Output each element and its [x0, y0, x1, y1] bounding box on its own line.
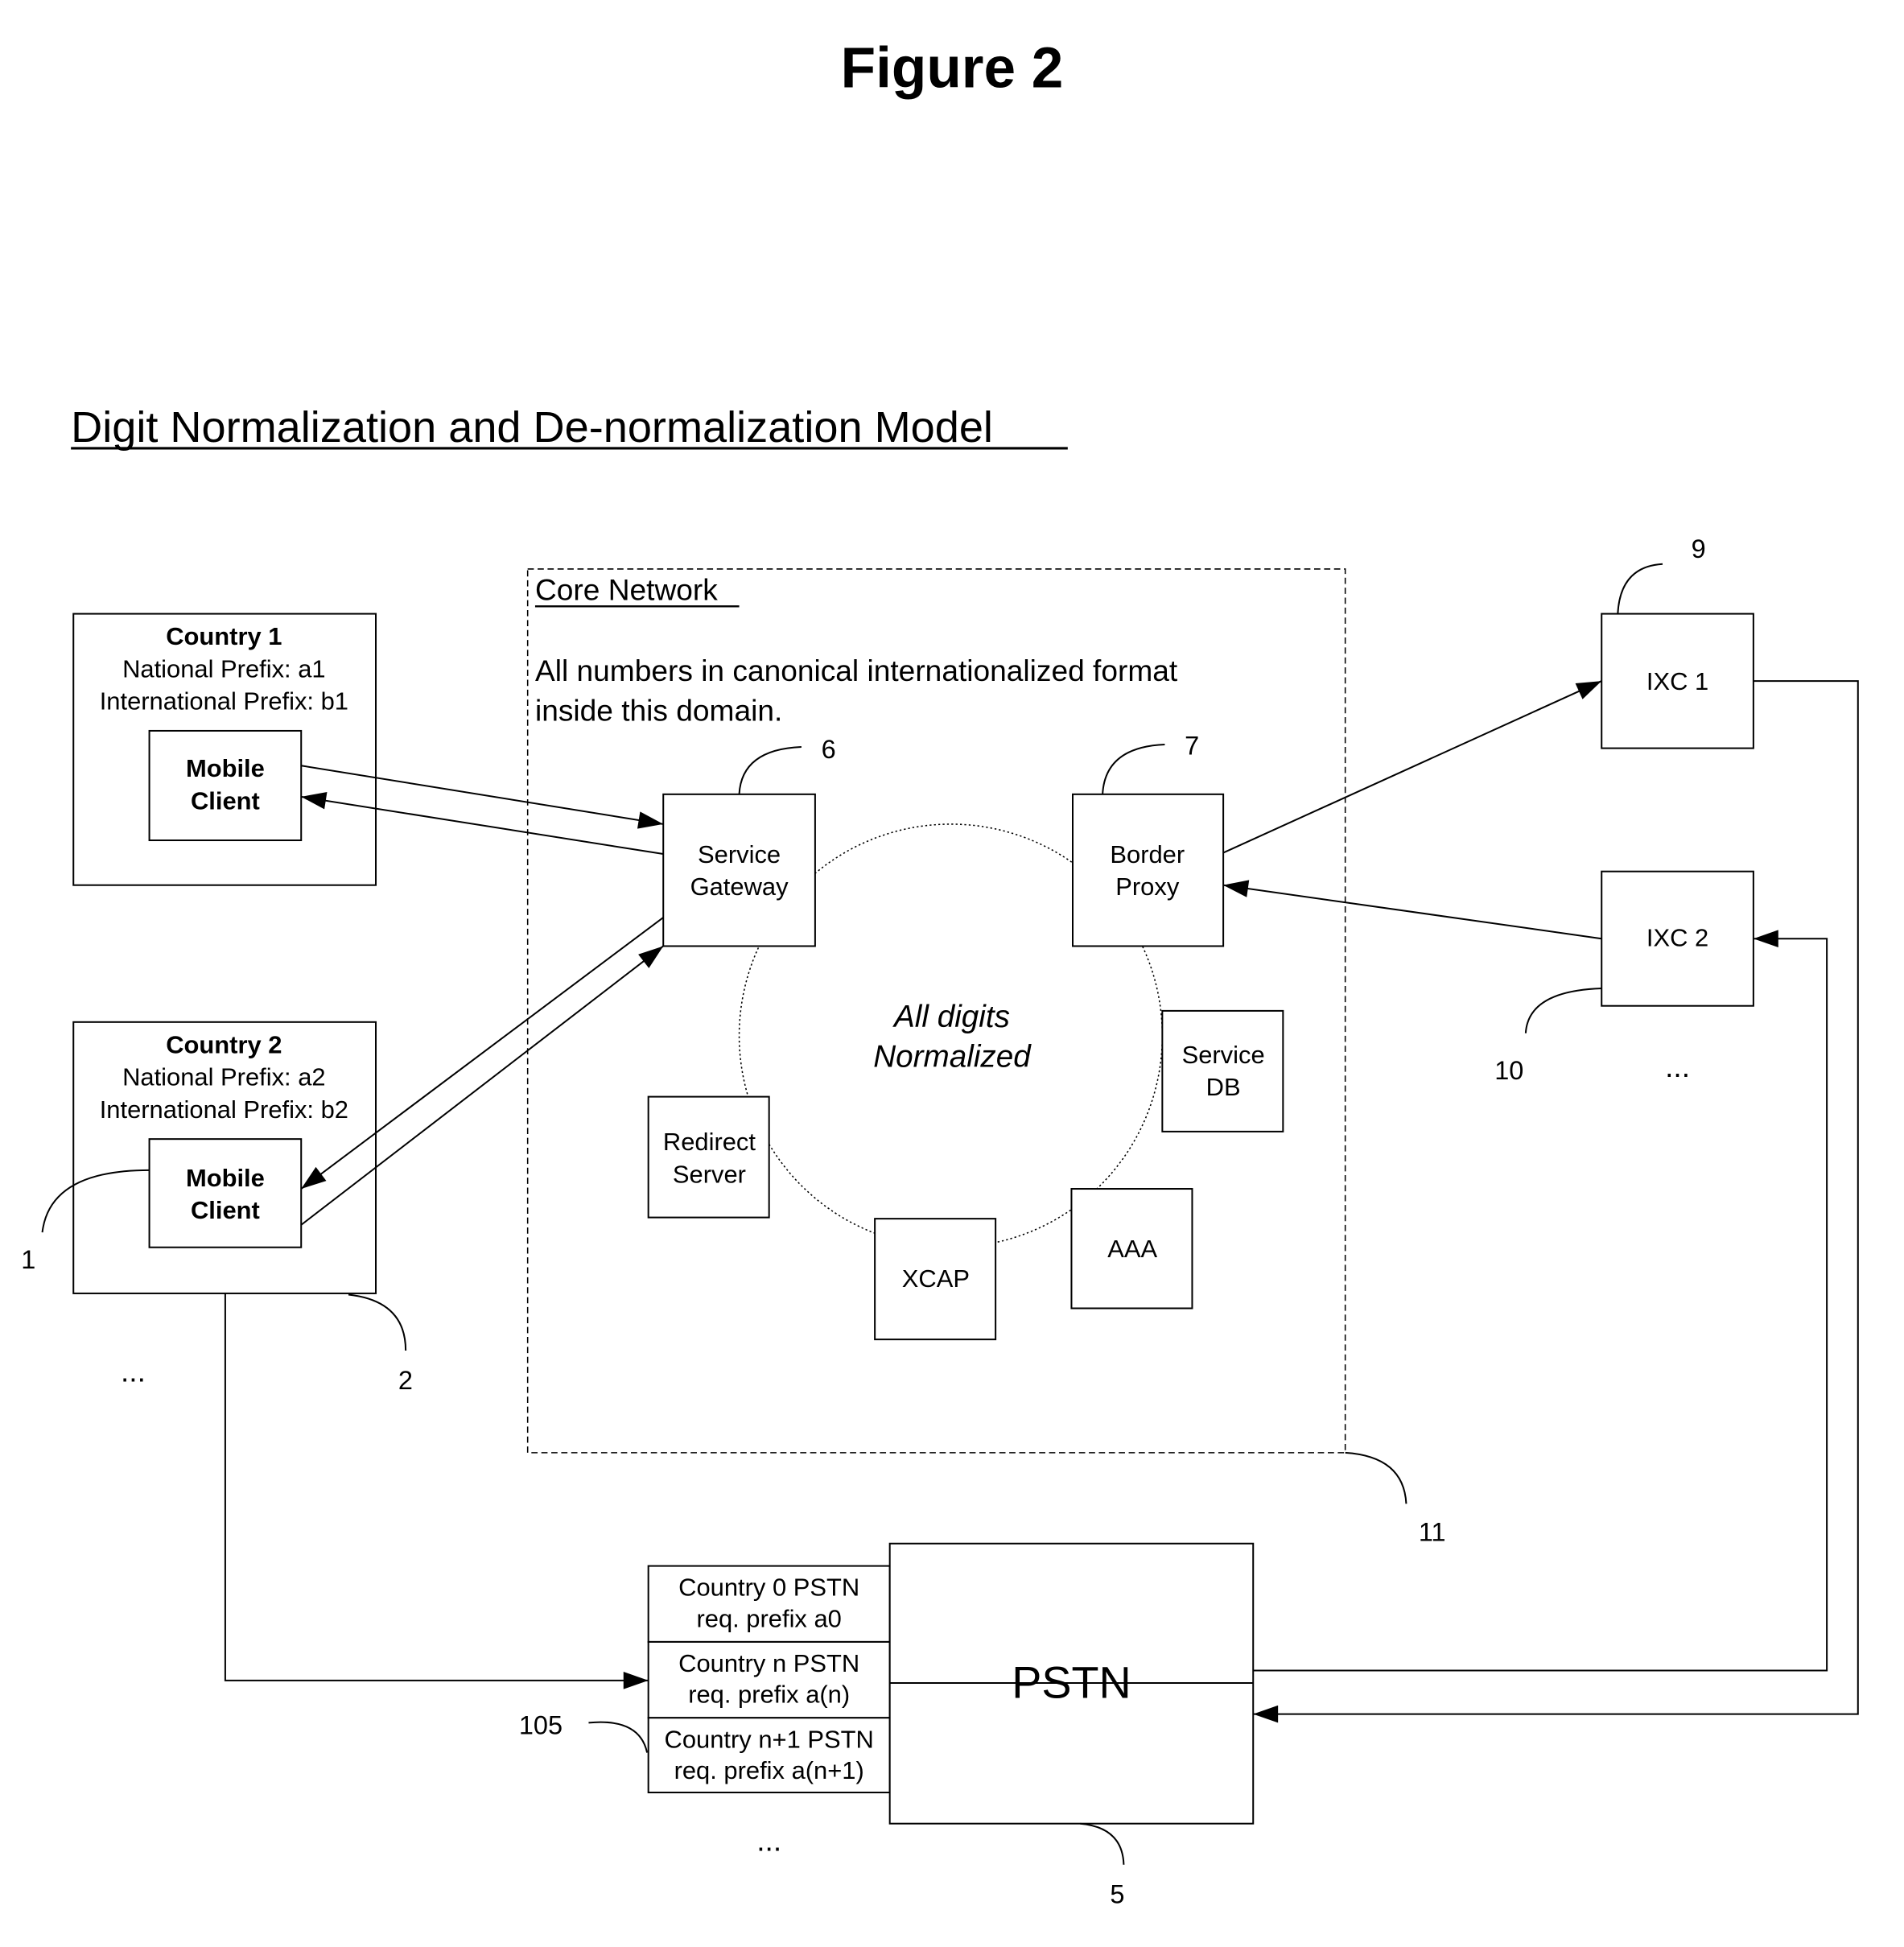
core-network-ref: 11 — [1419, 1518, 1446, 1547]
service-gateway-label-2: Gateway — [690, 872, 789, 901]
border-proxy-node[interactable]: Border Proxy — [1071, 793, 1225, 947]
diagram-canvas: Figure 2 Digit Normalization and De-norm… — [21, 36, 1859, 1909]
prefix-table-ref-leader — [588, 1721, 649, 1753]
diagram-subtitle: Digit Normalization and De-normalization… — [71, 403, 993, 452]
client-ref: 1 — [21, 1245, 35, 1274]
pstn-prefix-row-1-line2: req. prefix a(n) — [688, 1681, 850, 1709]
country-1-national-prefix: National Prefix: a1 — [122, 654, 326, 683]
ixc-2-label: IXC 2 — [1646, 923, 1708, 951]
redirect-server-label-1: Redirect — [663, 1128, 756, 1156]
normalized-label-1: All digits — [892, 1000, 1010, 1034]
country-2-box[interactable]: Country 2 National Prefix: a2 Internatio… — [72, 1021, 377, 1294]
mobile-client-2-label-2: Client — [191, 1196, 260, 1224]
ixc-2-ref-leader — [1524, 988, 1602, 1033]
pstn-node[interactable]: PSTN — [888, 1542, 1255, 1825]
ixc2-to-border-proxy-arrow — [1222, 880, 1602, 940]
figure-title: Figure 2 — [841, 36, 1064, 100]
country-ref-leader — [348, 1293, 407, 1351]
country-ref: 2 — [398, 1366, 413, 1395]
core-network-ref-leader — [1345, 1451, 1407, 1504]
prefix-table-ref: 105 — [519, 1710, 563, 1739]
country-2-international-prefix: International Prefix: b2 — [100, 1095, 348, 1124]
pstn-prefix-table: Country 0 PSTN req. prefix a0 Country n … — [647, 1565, 891, 1794]
country-1-name: Country 1 — [166, 622, 282, 650]
pstn-prefix-row-2-line1: Country n+1 PSTN — [665, 1725, 874, 1753]
aaa-node[interactable]: AAA — [1070, 1188, 1193, 1310]
service-db-label-1: Service — [1182, 1041, 1265, 1069]
country2-to-pstn-arrow — [224, 1293, 649, 1689]
country-1-international-prefix: International Prefix: b1 — [100, 687, 348, 716]
border-proxy-to-ixc1-arrow — [1222, 680, 1602, 854]
pstn-prefix-row[interactable]: Country n PSTN req. prefix a(n) — [647, 1640, 891, 1719]
service-gateway-label-1: Service — [698, 840, 781, 868]
pstn-table-ellipsis: ... — [756, 1824, 781, 1858]
core-network-description-2: inside this domain. — [535, 694, 782, 728]
mobile-client-1[interactable]: Mobile Client — [148, 729, 303, 842]
redirect-server-label-2: Server — [673, 1160, 746, 1188]
pstn-prefix-row-0-line1: Country 0 PSTN — [678, 1574, 859, 1602]
pstn-prefix-row[interactable]: Country 0 PSTN req. prefix a0 — [647, 1565, 891, 1643]
mobile-client-2[interactable]: Mobile Client — [148, 1138, 303, 1248]
country-1-box[interactable]: Country 1 National Prefix: a1 Internatio… — [72, 613, 377, 886]
normalized-label-2: Normalized — [873, 1039, 1032, 1074]
country-2-name: Country 2 — [166, 1030, 282, 1058]
ixc-1-ref: 9 — [1692, 534, 1706, 563]
pstn-prefix-row[interactable]: Country n+1 PSTN req. prefix a(n+1) — [647, 1717, 891, 1794]
border-proxy-label-2: Proxy — [1115, 872, 1180, 901]
ixc1-to-pstn-arrow — [1253, 680, 1859, 1723]
pstn-ref-leader — [1080, 1822, 1125, 1865]
ixc-2-ref: 10 — [1494, 1056, 1523, 1085]
ixc-ellipsis: ... — [1665, 1050, 1690, 1083]
pstn-prefix-row-0-line2: req. prefix a0 — [696, 1604, 841, 1632]
mobile-client-1-label-1: Mobile — [186, 754, 265, 782]
service-gateway-ref: 6 — [822, 735, 836, 764]
aaa-label: AAA — [1107, 1235, 1157, 1263]
ixc-1-node[interactable]: IXC 1 — [1601, 613, 1754, 749]
mobile-client-2-label-1: Mobile — [186, 1164, 265, 1192]
service-gateway-node[interactable]: Service Gateway — [662, 793, 816, 947]
countries-ellipsis: ... — [121, 1355, 146, 1388]
border-proxy-ref: 7 — [1185, 731, 1199, 760]
ixc-1-label: IXC 1 — [1646, 667, 1708, 695]
ixc-1-ref-leader — [1617, 563, 1663, 614]
service-db-node[interactable]: Service DB — [1161, 1009, 1284, 1132]
core-network-description-1: All numbers in canonical internationaliz… — [535, 654, 1178, 687]
service-gateway-ref-leader — [738, 746, 802, 794]
border-proxy-ref-leader — [1102, 743, 1165, 794]
pstn-prefix-row-2-line2: req. prefix a(n+1) — [674, 1756, 864, 1784]
xcap-label: XCAP — [902, 1264, 970, 1293]
xcap-node[interactable]: XCAP — [874, 1218, 997, 1341]
mobile-client-1-label-2: Client — [191, 786, 260, 815]
pstn-to-ixc2-arrow — [1253, 930, 1828, 1672]
redirect-server-node[interactable]: Redirect Server — [647, 1095, 770, 1219]
border-proxy-label-1: Border — [1110, 840, 1185, 868]
pstn-prefix-row-1-line1: Country n PSTN — [678, 1649, 859, 1677]
core-network-title: Core Network — [535, 573, 718, 607]
service-db-label-2: DB — [1206, 1073, 1241, 1101]
pstn-ref: 5 — [1110, 1880, 1124, 1909]
ixc-2-node[interactable]: IXC 2 — [1601, 870, 1754, 1007]
country-2-national-prefix: National Prefix: a2 — [122, 1063, 326, 1091]
pstn-label: PSTN — [1012, 1658, 1131, 1708]
